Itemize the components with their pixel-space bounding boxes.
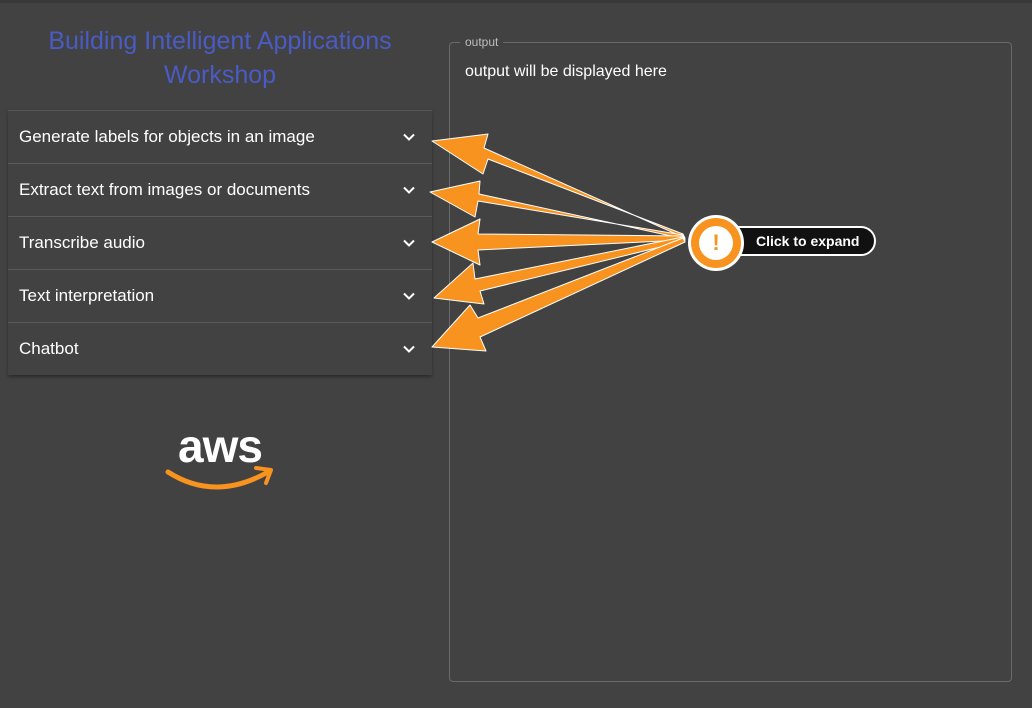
chevron-down-icon [403, 186, 415, 194]
chevron-down-icon [403, 239, 415, 247]
output-legend: output [460, 34, 504, 50]
output-panel [449, 42, 1012, 682]
accordion-item-text-interpretation[interactable]: Text interpretation [8, 269, 432, 322]
chevron-down-icon [403, 133, 415, 141]
callout-icon-symbol: ! [699, 226, 733, 260]
accordion-item-generate-labels[interactable]: Generate labels for objects in an image [8, 110, 432, 163]
accordion-item-label: Transcribe audio [19, 233, 145, 252]
accordion-item-label: Text interpretation [19, 286, 155, 305]
callout-label: Click to expand [756, 233, 860, 249]
accordion-item-transcribe-audio[interactable]: Transcribe audio [8, 216, 432, 269]
accordion-item-label: Chatbot [19, 339, 79, 358]
aws-smile-icon [165, 469, 271, 490]
accordion-item-chatbot[interactable]: Chatbot [8, 322, 432, 375]
chevron-down-icon [403, 345, 415, 353]
aws-logo-text: aws [178, 422, 262, 472]
exclamation-icon[interactable]: ! [688, 215, 744, 271]
aws-logo: aws [165, 422, 273, 490]
top-bar [0, 0, 1032, 3]
accordion-item-label: Generate labels for objects in an image [19, 127, 315, 146]
accordion-item-label: Extract text from images or documents [19, 180, 310, 199]
callout-icon-ring: ! [691, 218, 741, 268]
chevron-down-icon [403, 292, 415, 300]
feature-accordion: Generate labels for objects in an image … [8, 110, 432, 375]
output-placeholder-text: output will be displayed here [465, 63, 667, 80]
page-title: Building Intelligent Applications Worksh… [48, 27, 392, 89]
accordion-item-extract-text[interactable]: Extract text from images or documents [8, 163, 432, 216]
